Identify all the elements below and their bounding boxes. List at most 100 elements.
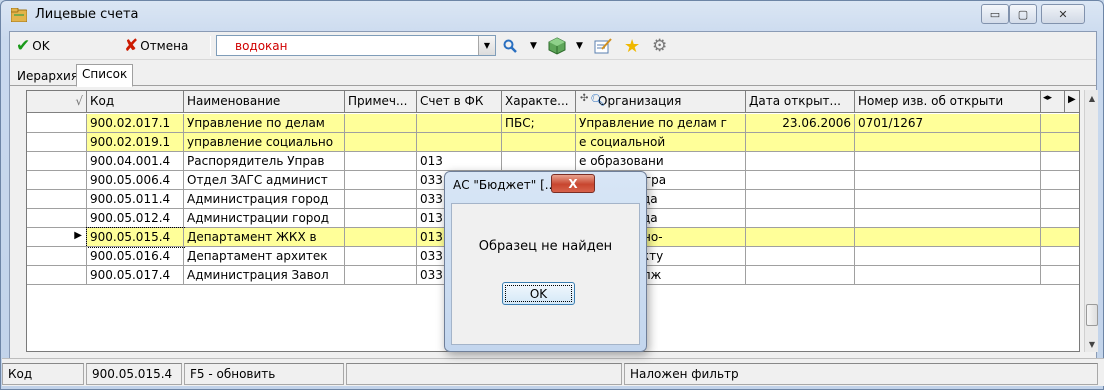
cell-name[interactable]: управление социально xyxy=(184,133,345,152)
scroll-up-button[interactable]: ▲ xyxy=(1085,90,1099,106)
cell-name[interactable]: Администрация Завол xyxy=(184,266,345,285)
row-indicator[interactable] xyxy=(27,133,87,152)
cell-name[interactable]: Отдел ЗАГС админист xyxy=(184,171,345,190)
cell-note[interactable] xyxy=(345,114,417,133)
row-indicator[interactable] xyxy=(27,190,87,209)
cell-open-date[interactable] xyxy=(746,190,855,209)
cell-name[interactable]: Распорядитель Управ xyxy=(184,152,345,171)
dialog-ok-button[interactable]: OK xyxy=(502,282,575,305)
cell-notice-number[interactable] xyxy=(855,133,1041,152)
column-header-notice-number[interactable]: Номер изв. об открыти xyxy=(855,91,1041,113)
vertical-scrollbar[interactable]: ▲ ▼ xyxy=(1084,90,1098,352)
edit-icon[interactable] xyxy=(594,35,612,57)
column-header-code[interactable]: Код xyxy=(87,91,184,113)
column-chooser-button[interactable]: ▶ xyxy=(1065,91,1079,113)
maximize-button[interactable]: ▢ xyxy=(1009,4,1037,24)
cell-organization[interactable]: е образовани xyxy=(576,152,746,171)
cell-code[interactable]: 900.05.017.4 xyxy=(87,266,184,285)
cell-notice-number[interactable]: 0701/1267 xyxy=(855,114,1041,133)
row-indicator[interactable] xyxy=(27,171,87,190)
column-header-account[interactable]: Счет в ФК xyxy=(417,91,502,113)
star-icon[interactable]: ★ xyxy=(624,35,640,57)
title-bar[interactable]: Лицевые счета ▭ ▢ ✕ xyxy=(1,1,1103,31)
table-row[interactable]: 900.04.001.4 Распорядитель Управ 013 е обра… xyxy=(27,152,1079,171)
cell-name[interactable]: Управление по делам xyxy=(184,114,345,133)
cell-notice-number[interactable] xyxy=(855,171,1041,190)
cancel-button[interactable]: ✘ Отмена xyxy=(124,35,188,57)
cell-type[interactable] xyxy=(502,133,576,152)
row-indicator[interactable] xyxy=(27,247,87,266)
cell-code[interactable]: 900.04.001.4 xyxy=(87,152,184,171)
cell-organization[interactable]: Управление по делам г xyxy=(576,114,746,133)
column-header-name[interactable]: Наименование xyxy=(184,91,345,113)
column-scroll-buttons[interactable]: ◂▸ xyxy=(1041,91,1065,113)
cell-type[interactable] xyxy=(502,152,576,171)
cell-code[interactable]: 900.05.011.4 xyxy=(87,190,184,209)
row-indicator[interactable] xyxy=(27,114,87,133)
ok-button[interactable]: ✔ OK xyxy=(16,35,50,57)
cell-open-date[interactable] xyxy=(746,171,855,190)
cell-note[interactable] xyxy=(345,171,417,190)
cell-code[interactable]: 900.05.012.4 xyxy=(87,209,184,228)
cell-code[interactable]: 900.02.019.1 xyxy=(87,133,184,152)
cell-note[interactable] xyxy=(345,133,417,152)
cell-name[interactable]: Департамент ЖКХ в xyxy=(184,228,345,247)
cell-note[interactable] xyxy=(345,190,417,209)
close-button[interactable]: ✕ xyxy=(1041,4,1085,24)
filter-input[interactable] xyxy=(217,36,477,55)
cell-name[interactable]: Департамент архитек xyxy=(184,247,345,266)
row-indicator[interactable] xyxy=(27,152,87,171)
gear-icon[interactable]: ⚙ xyxy=(652,35,667,57)
filter-combobox[interactable]: ▼ xyxy=(216,35,496,56)
cell-account[interactable]: 013 xyxy=(417,152,502,171)
cell-code[interactable]: 900.05.015.4 xyxy=(86,227,185,248)
cell-name[interactable]: Администрация город xyxy=(184,190,345,209)
cell-account[interactable] xyxy=(417,133,502,152)
table-row[interactable]: 900.02.019.1 управление социально е социал… xyxy=(27,133,1079,152)
cell-open-date[interactable] xyxy=(746,228,855,247)
cell-notice-number[interactable] xyxy=(855,190,1041,209)
scroll-thumb[interactable] xyxy=(1086,304,1098,326)
cell-open-date[interactable] xyxy=(746,247,855,266)
cell-notice-number[interactable] xyxy=(855,228,1041,247)
cell-notice-number[interactable] xyxy=(855,247,1041,266)
cell-code[interactable]: 900.05.016.4 xyxy=(87,247,184,266)
row-indicator[interactable]: ▶ xyxy=(27,228,87,247)
cell-open-date[interactable] xyxy=(746,152,855,171)
tab-hierarchy[interactable]: Иерархия xyxy=(12,67,83,86)
cell-note[interactable] xyxy=(345,247,417,266)
column-header-note[interactable]: Примеч... xyxy=(345,91,417,113)
search-icon[interactable] xyxy=(503,35,517,57)
cell-code[interactable]: 900.02.017.1 xyxy=(87,114,184,133)
cell-note[interactable] xyxy=(345,266,417,285)
cell-open-date[interactable] xyxy=(746,133,855,152)
dropdown-arrow-icon[interactable]: ▼ xyxy=(530,35,537,57)
cell-notice-number[interactable] xyxy=(855,209,1041,228)
dropdown-arrow-icon[interactable]: ▼ xyxy=(576,35,583,57)
cell-open-date[interactable] xyxy=(746,209,855,228)
minimize-button[interactable]: ▭ xyxy=(981,4,1009,24)
cell-name[interactable]: Администрации город xyxy=(184,209,345,228)
cell-open-date[interactable]: 23.06.2006 xyxy=(746,114,855,133)
column-header-organization[interactable]: ✣ 🔍︎ Организация xyxy=(576,91,746,113)
cell-note[interactable] xyxy=(345,209,417,228)
row-indicator[interactable] xyxy=(27,209,87,228)
cell-type[interactable]: ПБС; xyxy=(502,114,576,133)
cell-note[interactable] xyxy=(345,152,417,171)
cube-icon[interactable] xyxy=(548,35,566,57)
cell-organization[interactable]: е социальной xyxy=(576,133,746,152)
cell-open-date[interactable] xyxy=(746,266,855,285)
tab-list[interactable]: Список xyxy=(76,64,134,87)
cell-notice-number[interactable] xyxy=(855,266,1041,285)
filter-dropdown-button[interactable]: ▼ xyxy=(478,36,495,55)
scroll-down-button[interactable]: ▼ xyxy=(1085,336,1099,352)
cell-code[interactable]: 900.05.006.4 xyxy=(87,171,184,190)
table-row[interactable]: 900.02.017.1 Управление по делам ПБС; Управ… xyxy=(27,114,1079,133)
cell-notice-number[interactable] xyxy=(855,152,1041,171)
column-header-type[interactable]: Характе... xyxy=(502,91,576,113)
dialog-close-button[interactable]: X xyxy=(551,174,595,193)
row-indicator[interactable] xyxy=(27,266,87,285)
cell-account[interactable] xyxy=(417,114,502,133)
column-header-open-date[interactable]: Дата открыт... xyxy=(746,91,855,113)
cell-note[interactable] xyxy=(345,228,417,247)
